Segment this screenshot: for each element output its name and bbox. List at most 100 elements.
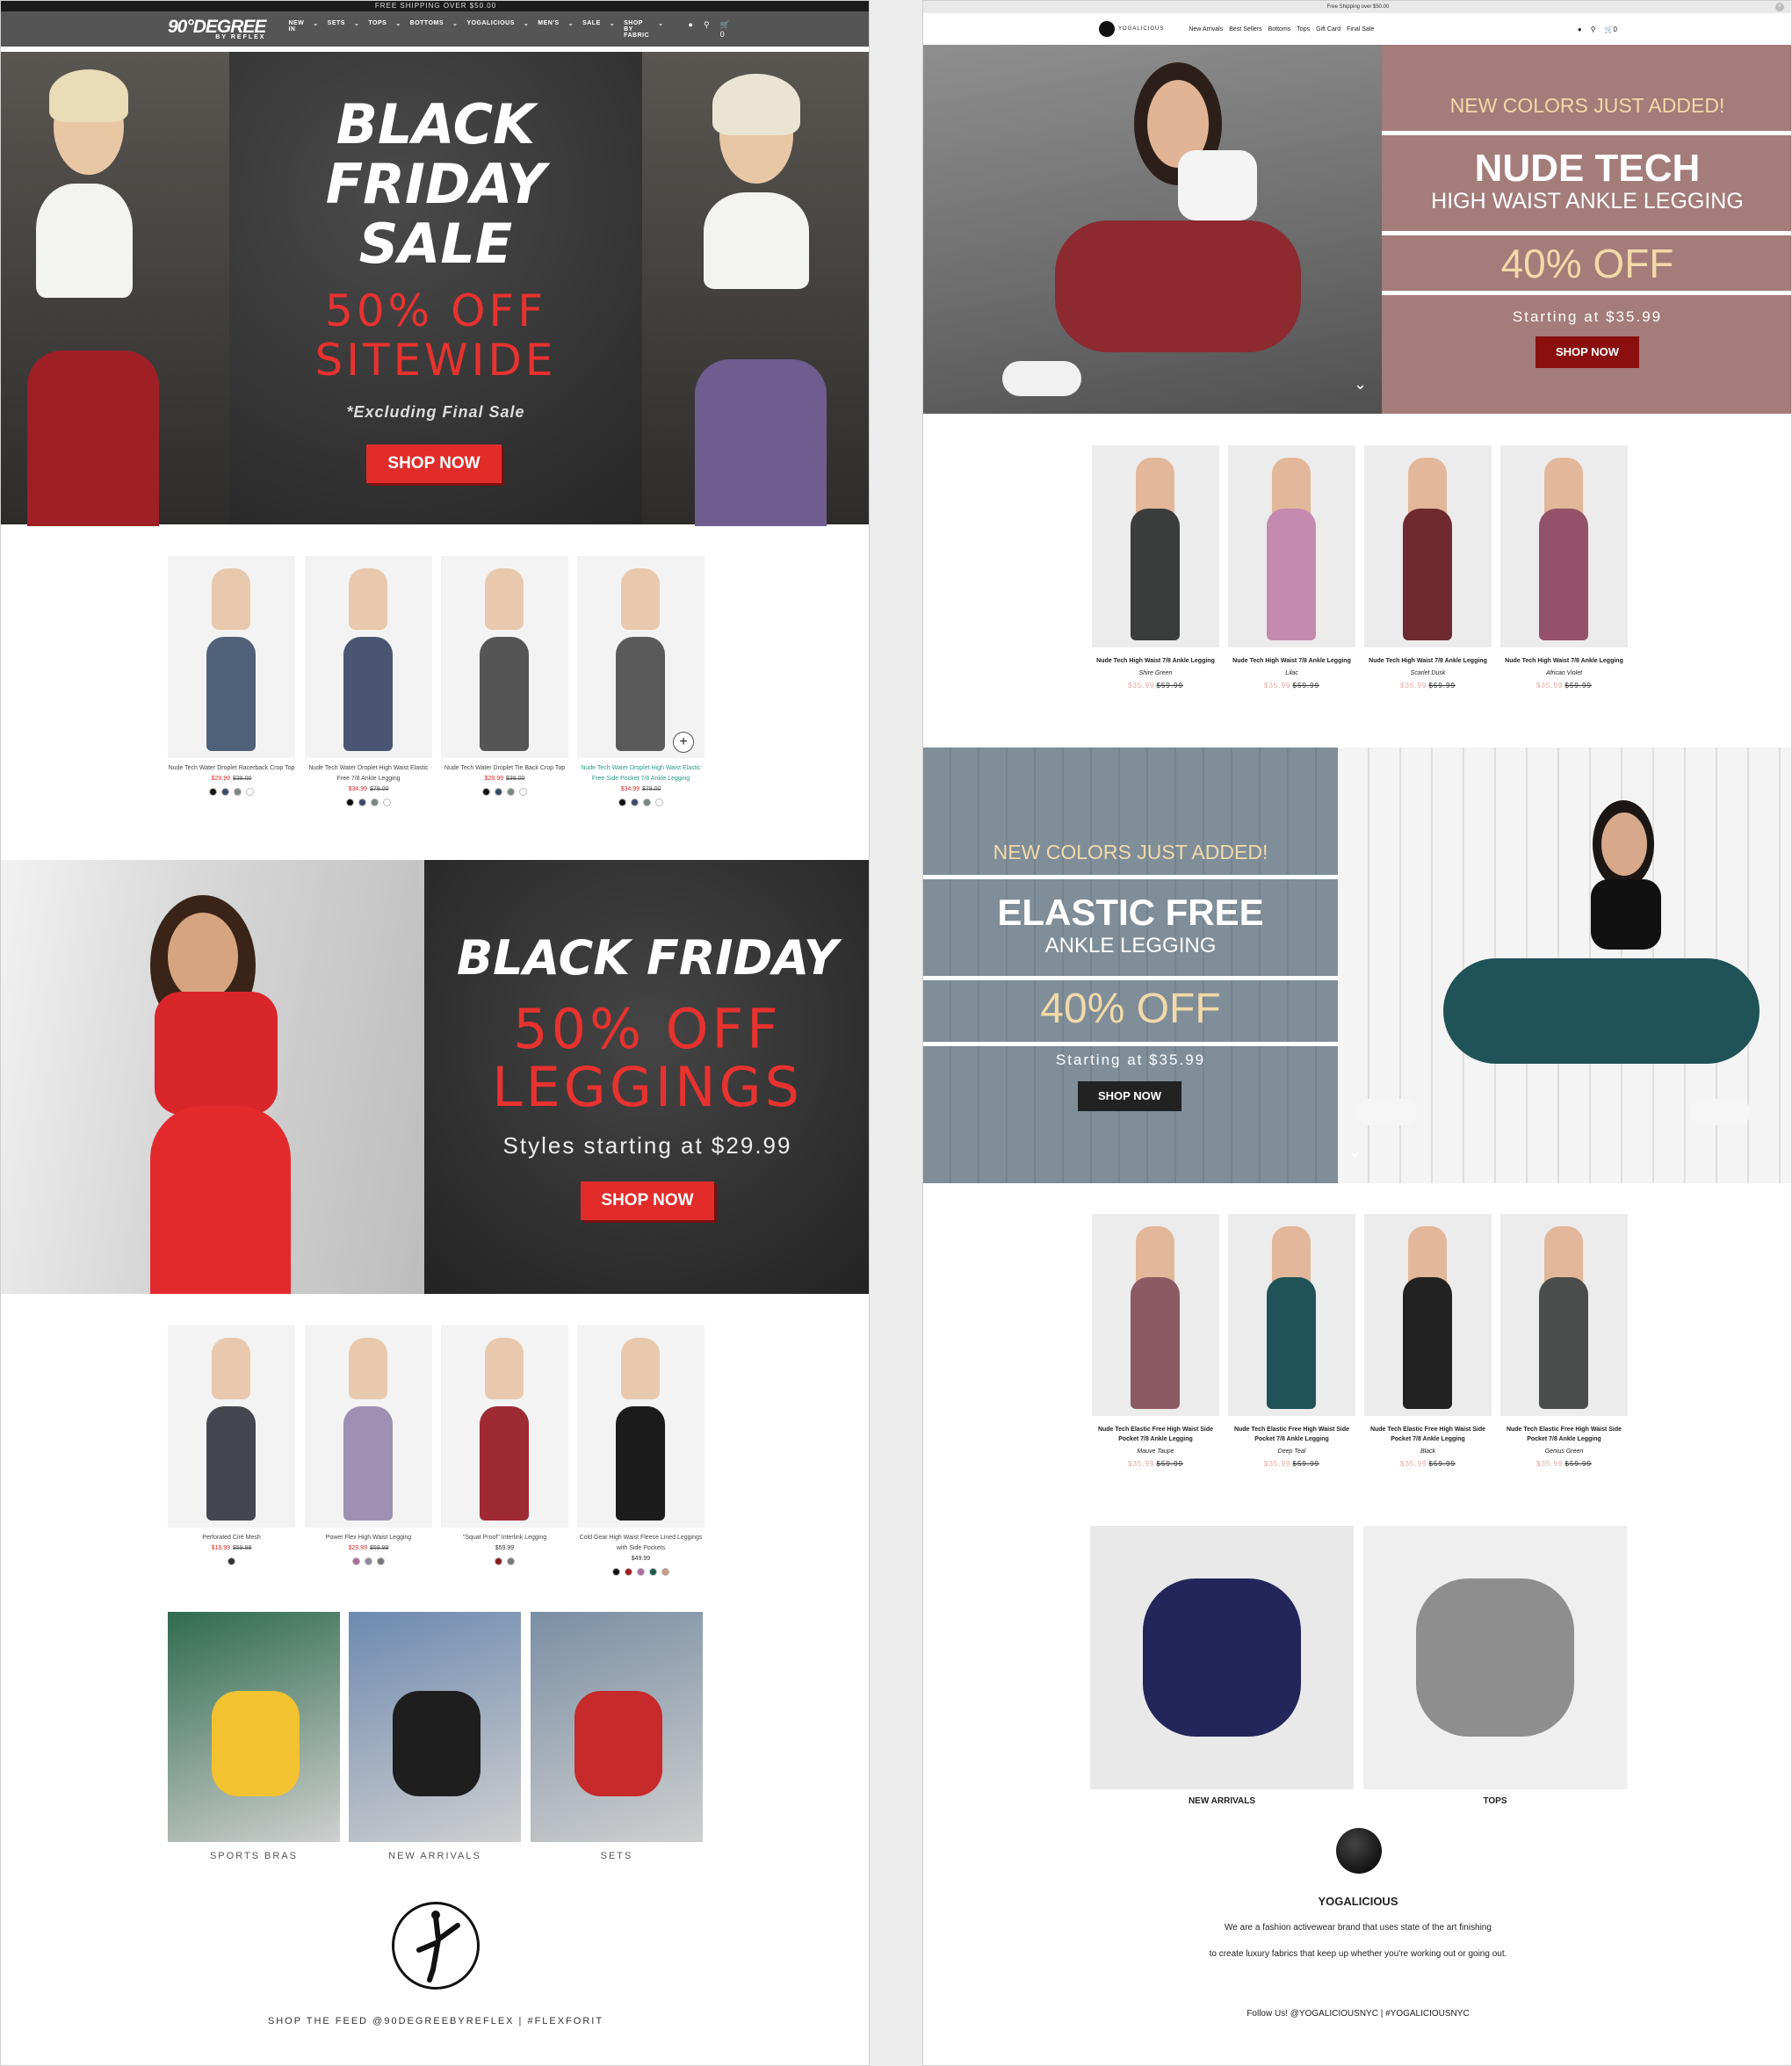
- product-card[interactable]: Nude Tech Elastic Free High Waist Side P…: [1364, 1214, 1492, 1468]
- product-image[interactable]: [441, 1326, 568, 1528]
- product-image[interactable]: [305, 1326, 432, 1528]
- color-swatch[interactable]: [655, 798, 663, 806]
- color-swatch[interactable]: [631, 798, 639, 806]
- product-name[interactable]: Cold Gear High Waist Fleece Lined Leggin…: [577, 1533, 705, 1554]
- product-image[interactable]: [305, 556, 432, 758]
- product-card[interactable]: Nude Tech Water Droplet High Waist Elast…: [577, 556, 705, 806]
- product-name[interactable]: Nude Tech High Waist 7/8 Ankle Legging: [1092, 656, 1219, 666]
- product-card[interactable]: Nude Tech Water Droplet Tie Back Crop To…: [441, 556, 568, 796]
- scroll-down-icon[interactable]: ⌄: [1348, 1143, 1362, 1161]
- nav-item[interactable]: Best Sellers: [1229, 26, 1261, 33]
- product-image[interactable]: [1228, 445, 1355, 647]
- category-card[interactable]: [1363, 1526, 1627, 1789]
- product-name[interactable]: Nude Tech High Waist 7/8 Ankle Legging: [1500, 656, 1628, 666]
- product-image[interactable]: [577, 1326, 705, 1528]
- product-image[interactable]: [1500, 1214, 1628, 1416]
- product-image[interactable]: [577, 556, 705, 758]
- product-card[interactable]: Nude Tech Water Droplet High Waist Elast…: [305, 556, 432, 806]
- category-card[interactable]: [531, 1612, 703, 1842]
- color-swatch[interactable]: [519, 788, 527, 796]
- color-swatch[interactable]: [495, 1557, 502, 1565]
- color-swatch[interactable]: [625, 1568, 632, 1576]
- nav-item[interactable]: SHOP BY FABRIC: [624, 20, 649, 39]
- category-label[interactable]: NEW ARRIVALS: [1090, 1796, 1354, 1806]
- product-card[interactable]: Nude Tech Elastic Free High Waist Side P…: [1228, 1214, 1355, 1468]
- color-swatch[interactable]: [228, 1557, 235, 1565]
- product-card[interactable]: Perforated Ciré Mesh $19.99 $59.99: [168, 1326, 295, 1565]
- product-name[interactable]: Perforated Ciré Mesh: [168, 1533, 295, 1543]
- product-card[interactable]: "Squat Proof" Interlink Legging $59.99: [441, 1326, 568, 1565]
- color-swatch[interactable]: [612, 1568, 620, 1576]
- product-image[interactable]: [1092, 445, 1219, 647]
- hero-black-friday-banner[interactable]: BLACK FRIDAY SALE 50% OFF SITEWIDE *Excl…: [1, 52, 869, 526]
- nav-item[interactable]: New Arrivals: [1189, 26, 1223, 33]
- product-name[interactable]: Nude Tech High Waist 7/8 Ankle Legging: [1228, 656, 1355, 666]
- category-card[interactable]: [1090, 1526, 1354, 1789]
- account-icon[interactable]: ●: [1578, 25, 1582, 33]
- color-swatch[interactable]: [482, 788, 490, 796]
- brand-logo[interactable]: YOGALICIOUS: [1099, 21, 1164, 37]
- product-card[interactable]: Nude Tech High Waist 7/8 Ankle Legging Sh…: [1092, 445, 1219, 690]
- nav-item[interactable]: Gift Card: [1316, 26, 1340, 33]
- category-label[interactable]: NEW ARRIVALS: [349, 1851, 521, 1861]
- hero-leggings-banner[interactable]: BLACK FRIDAY 50% OFF LEGGINGS Styles sta…: [1, 860, 869, 1294]
- product-name[interactable]: Nude Tech Water Droplet Tie Back Crop To…: [441, 763, 568, 774]
- category-card[interactable]: [168, 1612, 340, 1842]
- color-swatch[interactable]: [221, 788, 229, 796]
- color-swatch[interactable]: [246, 788, 254, 796]
- close-icon[interactable]: ×: [1775, 3, 1784, 11]
- product-image[interactable]: [1092, 1214, 1219, 1416]
- color-swatch[interactable]: [371, 798, 379, 806]
- category-label[interactable]: TOPS: [1363, 1796, 1627, 1806]
- cart-icon[interactable]: 🛒0: [1605, 25, 1617, 33]
- product-name[interactable]: Nude Tech Elastic Free High Waist Side P…: [1092, 1425, 1219, 1444]
- color-swatch[interactable]: [618, 798, 626, 806]
- color-swatch[interactable]: [637, 1568, 645, 1576]
- product-name[interactable]: "Squat Proof" Interlink Legging: [441, 1533, 568, 1543]
- color-swatch[interactable]: [383, 798, 391, 806]
- nav-item[interactable]: SETS: [328, 20, 345, 39]
- cart-icon[interactable]: 🛒0: [720, 20, 730, 39]
- category-label[interactable]: SETS: [531, 1851, 703, 1861]
- product-image[interactable]: [1364, 445, 1492, 647]
- product-image[interactable]: [168, 1326, 295, 1528]
- product-image[interactable]: [168, 556, 295, 758]
- scroll-down-icon[interactable]: ⌄: [1354, 375, 1367, 394]
- nav-item[interactable]: Tops: [1297, 26, 1310, 33]
- search-icon[interactable]: ⚲: [1591, 25, 1596, 33]
- product-name[interactable]: Nude Tech Elastic Free High Waist Side P…: [1228, 1425, 1355, 1444]
- hero-elastic-free-banner[interactable]: NEW COLORS JUST ADDED! ELASTIC FREE ANKL…: [923, 748, 1791, 1183]
- nav-item[interactable]: NEW IN: [288, 20, 304, 39]
- product-image[interactable]: [1500, 445, 1628, 647]
- color-swatch[interactable]: [358, 798, 366, 806]
- color-swatch[interactable]: [346, 798, 354, 806]
- nav-item[interactable]: BOTTOMS: [410, 20, 444, 39]
- category-label[interactable]: SPORTS BRAS: [168, 1851, 340, 1861]
- color-swatch[interactable]: [209, 788, 217, 796]
- color-swatch[interactable]: [352, 1557, 360, 1565]
- account-icon[interactable]: ●: [689, 20, 693, 39]
- nav-item[interactable]: Bottoms: [1268, 26, 1291, 33]
- color-swatch[interactable]: [234, 788, 242, 796]
- color-swatch[interactable]: [365, 1557, 372, 1565]
- nav-item[interactable]: YOGALICIOUS: [466, 20, 515, 39]
- nav-item[interactable]: SALE: [582, 20, 601, 39]
- product-card[interactable]: Nude Tech High Waist 7/8 Ankle Legging Af…: [1500, 445, 1628, 690]
- color-swatch[interactable]: [495, 788, 502, 796]
- product-image[interactable]: [1228, 1214, 1355, 1416]
- color-swatch[interactable]: [507, 1557, 515, 1565]
- product-card[interactable]: Nude Tech Elastic Free High Waist Side P…: [1500, 1214, 1628, 1468]
- search-icon[interactable]: ⚲: [704, 20, 710, 39]
- shop-now-button[interactable]: SHOP NOW: [1535, 336, 1639, 368]
- product-name[interactable]: Nude Tech Elastic Free High Waist Side P…: [1500, 1425, 1628, 1444]
- category-card[interactable]: [349, 1612, 521, 1842]
- product-image[interactable]: [1364, 1214, 1492, 1416]
- shop-now-button-2[interactable]: SHOP NOW: [581, 1181, 714, 1220]
- product-card[interactable]: Nude Tech High Waist 7/8 Ankle Legging Sc…: [1364, 445, 1492, 690]
- product-name[interactable]: Nude Tech Elastic Free High Waist Side P…: [1364, 1425, 1492, 1444]
- hero-nude-tech-banner[interactable]: ⌄ NEW COLORS JUST ADDED! NUDE TECH HIGH …: [923, 45, 1791, 414]
- quick-add-icon[interactable]: +: [673, 732, 694, 753]
- product-name[interactable]: Nude Tech Water Droplet High Waist Elast…: [305, 763, 432, 784]
- color-swatch[interactable]: [649, 1568, 657, 1576]
- brand-logo[interactable]: 90°DEGREE BY REFLEX: [168, 18, 266, 40]
